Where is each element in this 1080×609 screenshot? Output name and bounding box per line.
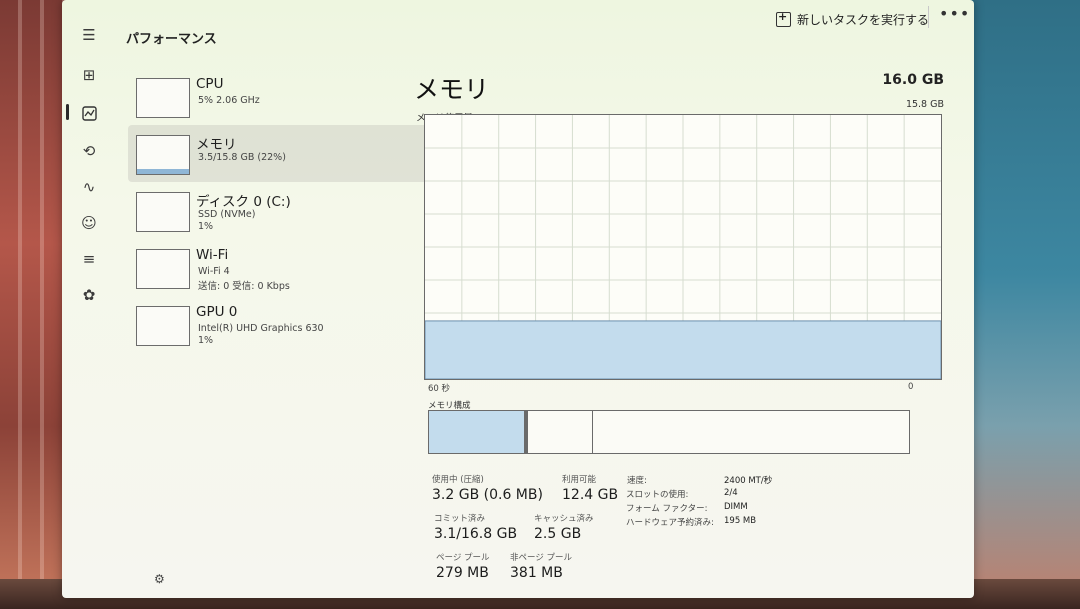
startup-apps-icon[interactable]: ∿: [78, 176, 100, 198]
detail-value: 2/4: [724, 488, 738, 498]
device-detail-2: 1%: [198, 335, 214, 346]
composition-free[interactable]: [593, 411, 909, 453]
device-detail: 5% 2.06 GHz: [198, 95, 260, 106]
detail-value: 2400 MT/秒: [724, 476, 773, 486]
detail-value: 195 MB: [724, 516, 757, 526]
page-title: パフォーマンス: [126, 32, 217, 47]
run-new-task-button[interactable]: 新しいタスクを実行する: [776, 9, 929, 29]
device-name: Wi-Fi: [196, 247, 229, 263]
stat-value: 381 MB: [510, 565, 563, 581]
cpu-thumbnail: [136, 78, 190, 118]
memory-thumbnail: [136, 135, 190, 175]
device-wifi[interactable]: Wi-Fi Wi-Fi 4 送信: 0 受信: 0 Kbps: [128, 239, 456, 296]
composition-in-use[interactable]: [429, 411, 525, 453]
detail-label: ハードウェア予約済み:: [626, 518, 714, 528]
section-title: メモリ: [414, 75, 490, 104]
device-name: ディスク 0 (C:): [196, 194, 291, 210]
device-memory[interactable]: メモリ 3.5/15.8 GB (22%): [128, 125, 456, 182]
details-icon[interactable]: ≡: [78, 248, 100, 270]
gpu-thumbnail: [136, 306, 190, 346]
stat-value: 12.4 GB: [562, 487, 619, 503]
detail-label: 速度:: [627, 476, 647, 486]
detail-label: スロットの使用:: [626, 490, 689, 500]
performance-icon[interactable]: [78, 102, 100, 124]
divider: [928, 6, 929, 28]
graph-x-end: 0: [908, 382, 914, 392]
task-manager-window: ☰ ⊞ ⟲ ∿ ☺ ≡ ✿ パフォーマンス 新しいタスクを実行する ••• CP…: [62, 0, 974, 598]
device-list: CPU 5% 2.06 GHz メモリ 3.5/15.8 GB (22%) ディ…: [128, 68, 456, 353]
stat-label: 非ページ プール: [510, 553, 573, 563]
device-detail: Intel(R) UHD Graphics 630: [198, 323, 324, 334]
stat-label: コミット済み: [434, 514, 486, 524]
device-name: CPU: [196, 76, 224, 92]
stat-value: 2.5 GB: [534, 526, 582, 542]
composition-standby[interactable]: [527, 411, 593, 453]
stat-value: 3.2 GB (0.6 MB): [432, 487, 543, 503]
memory-composition-bar: [428, 410, 910, 454]
stat-label: キャッシュ済み: [534, 514, 594, 524]
memory-usage-graph: [424, 114, 942, 380]
device-name: メモリ: [196, 137, 237, 153]
device-cpu[interactable]: CPU 5% 2.06 GHz: [128, 68, 456, 125]
more-options-button[interactable]: •••: [939, 4, 970, 23]
device-detail-2: 1%: [198, 221, 214, 232]
detail-label: フォーム ファクター:: [626, 504, 708, 514]
settings-icon[interactable]: ⚙: [154, 572, 165, 586]
stat-label: 利用可能: [562, 475, 597, 485]
active-indicator: [66, 104, 69, 120]
processes-icon[interactable]: ⊞: [78, 64, 100, 86]
hamburger-icon[interactable]: ☰: [78, 24, 100, 46]
graph-canvas: [425, 115, 941, 379]
nav-rail: ☰ ⊞ ⟲ ∿ ☺ ≡ ✿: [62, 0, 124, 598]
device-name: GPU 0: [196, 304, 238, 320]
graph-x-start: 60 秒: [428, 384, 451, 394]
device-detail: Wi-Fi 4: [198, 266, 230, 277]
users-icon[interactable]: ☺: [78, 212, 100, 234]
stat-value: 3.1/16.8 GB: [434, 526, 518, 542]
wifi-thumbnail: [136, 249, 190, 289]
total-memory: 16.0 GB: [882, 72, 944, 88]
device-gpu[interactable]: GPU 0 Intel(R) UHD Graphics 630 1%: [128, 296, 456, 353]
device-detail: 3.5/15.8 GB (22%): [198, 152, 286, 163]
services-icon[interactable]: ✿: [78, 284, 100, 306]
stat-value: 279 MB: [436, 565, 489, 581]
disk-thumbnail: [136, 192, 190, 232]
stat-label: ページ プール: [436, 553, 490, 563]
usage-graph-max: 15.8 GB: [905, 99, 944, 110]
memory-usage-area: [425, 320, 941, 379]
run-task-label: 新しいタスクを実行する: [797, 12, 930, 27]
device-detail: SSD (NVMe): [198, 209, 256, 220]
device-detail-2: 送信: 0 受信: 0 Kbps: [198, 281, 290, 292]
run-task-icon: [776, 10, 791, 27]
stat-label: 使用中 (圧縮): [432, 475, 484, 485]
detail-value: DIMM: [724, 502, 748, 512]
app-history-icon[interactable]: ⟲: [78, 140, 100, 162]
device-disk[interactable]: ディスク 0 (C:) SSD (NVMe) 1%: [128, 182, 456, 239]
